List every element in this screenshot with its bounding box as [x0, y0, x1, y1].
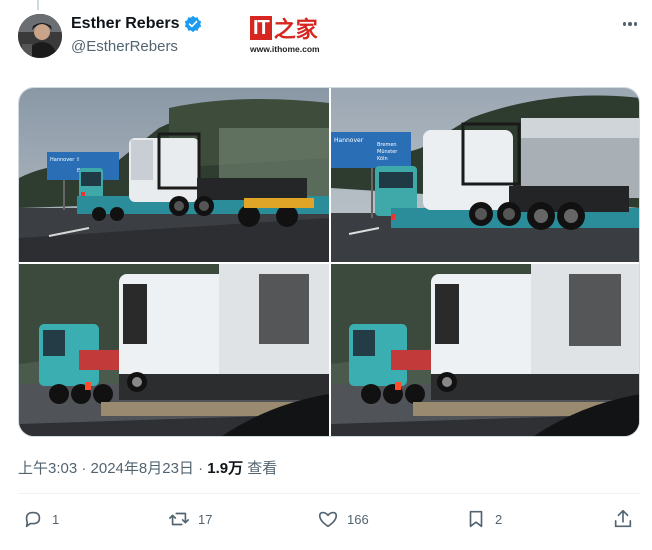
photo-3[interactable] [19, 264, 329, 436]
ithome-watermark: IT 之家 www.ithome.com [250, 12, 330, 60]
reply-count: 1 [52, 511, 60, 527]
retweet-icon [169, 512, 189, 526]
timestamp[interactable]: 上午3:03 · 2024年8月23日 [18, 460, 194, 477]
reply-button[interactable]: 1 [22, 508, 59, 530]
bookmark-count: 2 [495, 511, 503, 527]
like-count: 166 [347, 511, 369, 527]
reply-icon [25, 511, 41, 528]
author-handle[interactable]: @EstherRebers [71, 38, 178, 55]
media-grid[interactable]: Hannover ⇧ Bremen [18, 87, 640, 437]
more-icon[interactable] [620, 14, 640, 34]
road-sign-line-3: Münster [377, 149, 398, 155]
action-bar: 1 17 166 2 [18, 508, 640, 536]
ithome-logo: IT 之家 [250, 12, 318, 44]
photo-2[interactable]: Hannover Bremen Münster Köln [331, 88, 639, 262]
ithome-logo-it: IT [250, 16, 272, 40]
road-sign-line-1: Hannover [334, 137, 364, 144]
divider [18, 493, 640, 494]
retweet-count: 17 [198, 511, 213, 527]
views-label: 查看 [247, 460, 278, 477]
road-sign-line-2: Bremen [377, 142, 397, 148]
bookmark-button[interactable]: 2 [465, 508, 502, 530]
share-icon [614, 509, 632, 528]
like-icon [318, 511, 338, 528]
ithome-logo-home: 之家 [273, 18, 318, 43]
retweet-button[interactable]: 17 [168, 508, 212, 530]
svg-text:Hannover ⇧: Hannover ⇧ [50, 157, 80, 163]
author-name[interactable]: Esther Rebers [71, 15, 180, 33]
photo-4[interactable] [331, 264, 639, 436]
bookmark-icon [469, 510, 483, 528]
avatar[interactable] [18, 14, 62, 58]
road-sign-line-4: Köln [377, 156, 388, 162]
author-name-row[interactable]: Esther Rebers [71, 15, 202, 33]
photo-1[interactable]: Hannover ⇧ Bremen [19, 88, 329, 262]
share-button[interactable] [612, 508, 634, 530]
thread-line [37, 0, 39, 10]
like-button[interactable]: 166 [317, 508, 369, 530]
meta-separator: · [198, 460, 208, 477]
verified-badge-icon [184, 15, 201, 33]
tweet-meta: 上午3:03 · 2024年8月23日 · 1.9万 查看 [18, 457, 277, 478]
views-count: 1.9万 [207, 460, 244, 477]
ithome-url: www.ithome.com [250, 44, 320, 54]
